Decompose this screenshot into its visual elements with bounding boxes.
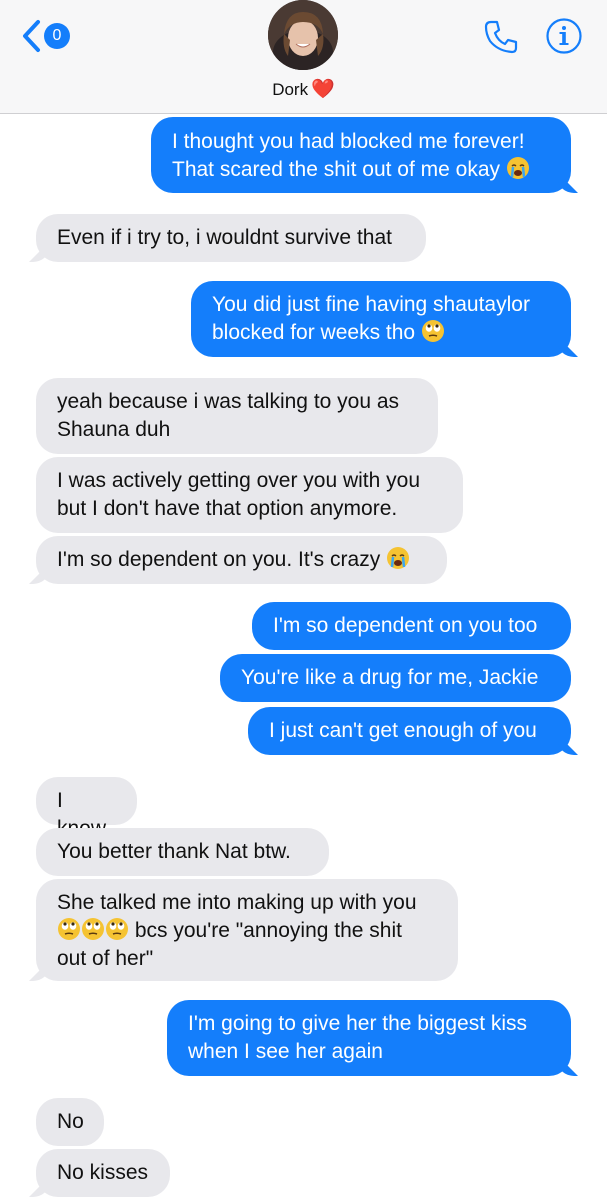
message-thread[interactable]: I thought you had blocked me forever! Th… [0, 0, 607, 1200]
message-line: No [57, 1110, 84, 1133]
message-line: I'm so dependent on you. It's crazy [57, 546, 427, 574]
message-bubble-received[interactable]: I'm so dependent on you. It's crazy [36, 536, 447, 584]
message-line: yeah because i was talking to you as [57, 390, 400, 413]
message-bubble-received[interactable]: I know [36, 777, 137, 840]
eye-roll-face-emoji [58, 918, 80, 940]
message-line-text: I'm so dependent on you. It's crazy [57, 548, 381, 571]
message-line: She talked me into making up with you [57, 891, 417, 914]
message-line: I just can't get enough of you [269, 719, 537, 742]
eye-roll-face-emoji [82, 918, 104, 940]
message-line: No kisses [57, 1161, 149, 1184]
crying-face-emoji [387, 547, 410, 569]
message-bubble-sent[interactable]: You did just fine having shautaylor bloc… [191, 281, 571, 357]
message-line: I'm so dependent on you too [273, 614, 538, 637]
message-line-text: blocked for weeks tho [212, 321, 416, 344]
message-line-text: bcs you're "annoying the shit [134, 919, 402, 942]
message-line: bcs you're "annoying the shit [57, 917, 438, 945]
message-line: I was actively getting over you with you [57, 469, 421, 492]
message-bubble-received[interactable]: I was actively getting over you with you… [36, 457, 463, 533]
message-bubble-received[interactable]: yeah because i was talking to you as Sha… [36, 378, 438, 454]
message-line: I thought you had blocked me forever! [172, 130, 525, 153]
message-line: Even if i try to, i wouldnt survive that [57, 226, 392, 249]
message-bubble-sent[interactable]: You're like a drug for me, Jackie [220, 654, 571, 702]
message-bubble-received[interactable]: Even if i try to, i wouldnt survive that [36, 214, 426, 262]
eye-roll-face-emoji [106, 918, 128, 940]
message-line: Shauna duh [57, 418, 171, 441]
message-bubble-received[interactable]: No [36, 1098, 104, 1146]
message-bubble-sent[interactable]: I thought you had blocked me forever! Th… [151, 117, 571, 193]
message-line: You did just fine having shautaylor [212, 293, 530, 316]
message-line: I'm going to give her the biggest kiss [188, 1012, 528, 1035]
message-bubble-received[interactable]: You better thank Nat btw. [36, 828, 329, 876]
message-bubble-received[interactable]: She talked me into making up with you bc… [36, 879, 458, 981]
message-line-text: That scared the shit out of me okay [172, 158, 501, 181]
message-line: but I don't have that option anymore. [57, 497, 398, 520]
message-bubble-sent[interactable]: I'm going to give her the biggest kiss w… [167, 1000, 571, 1076]
message-bubble-sent[interactable]: I'm so dependent on you too [252, 602, 571, 650]
message-bubble-received[interactable]: No kisses [36, 1149, 170, 1197]
message-line: out of her" [57, 947, 154, 970]
message-bubble-sent[interactable]: I just can't get enough of you [248, 707, 571, 755]
crying-face-emoji [506, 157, 529, 179]
message-line: That scared the shit out of me okay [172, 156, 551, 184]
message-line: You better thank Nat btw. [57, 840, 291, 863]
message-line: You're like a drug for me, Jackie [241, 666, 539, 689]
message-line: blocked for weeks tho [212, 319, 551, 347]
message-line: when I see her again [188, 1040, 383, 1063]
eye-roll-face-emoji [421, 320, 444, 342]
